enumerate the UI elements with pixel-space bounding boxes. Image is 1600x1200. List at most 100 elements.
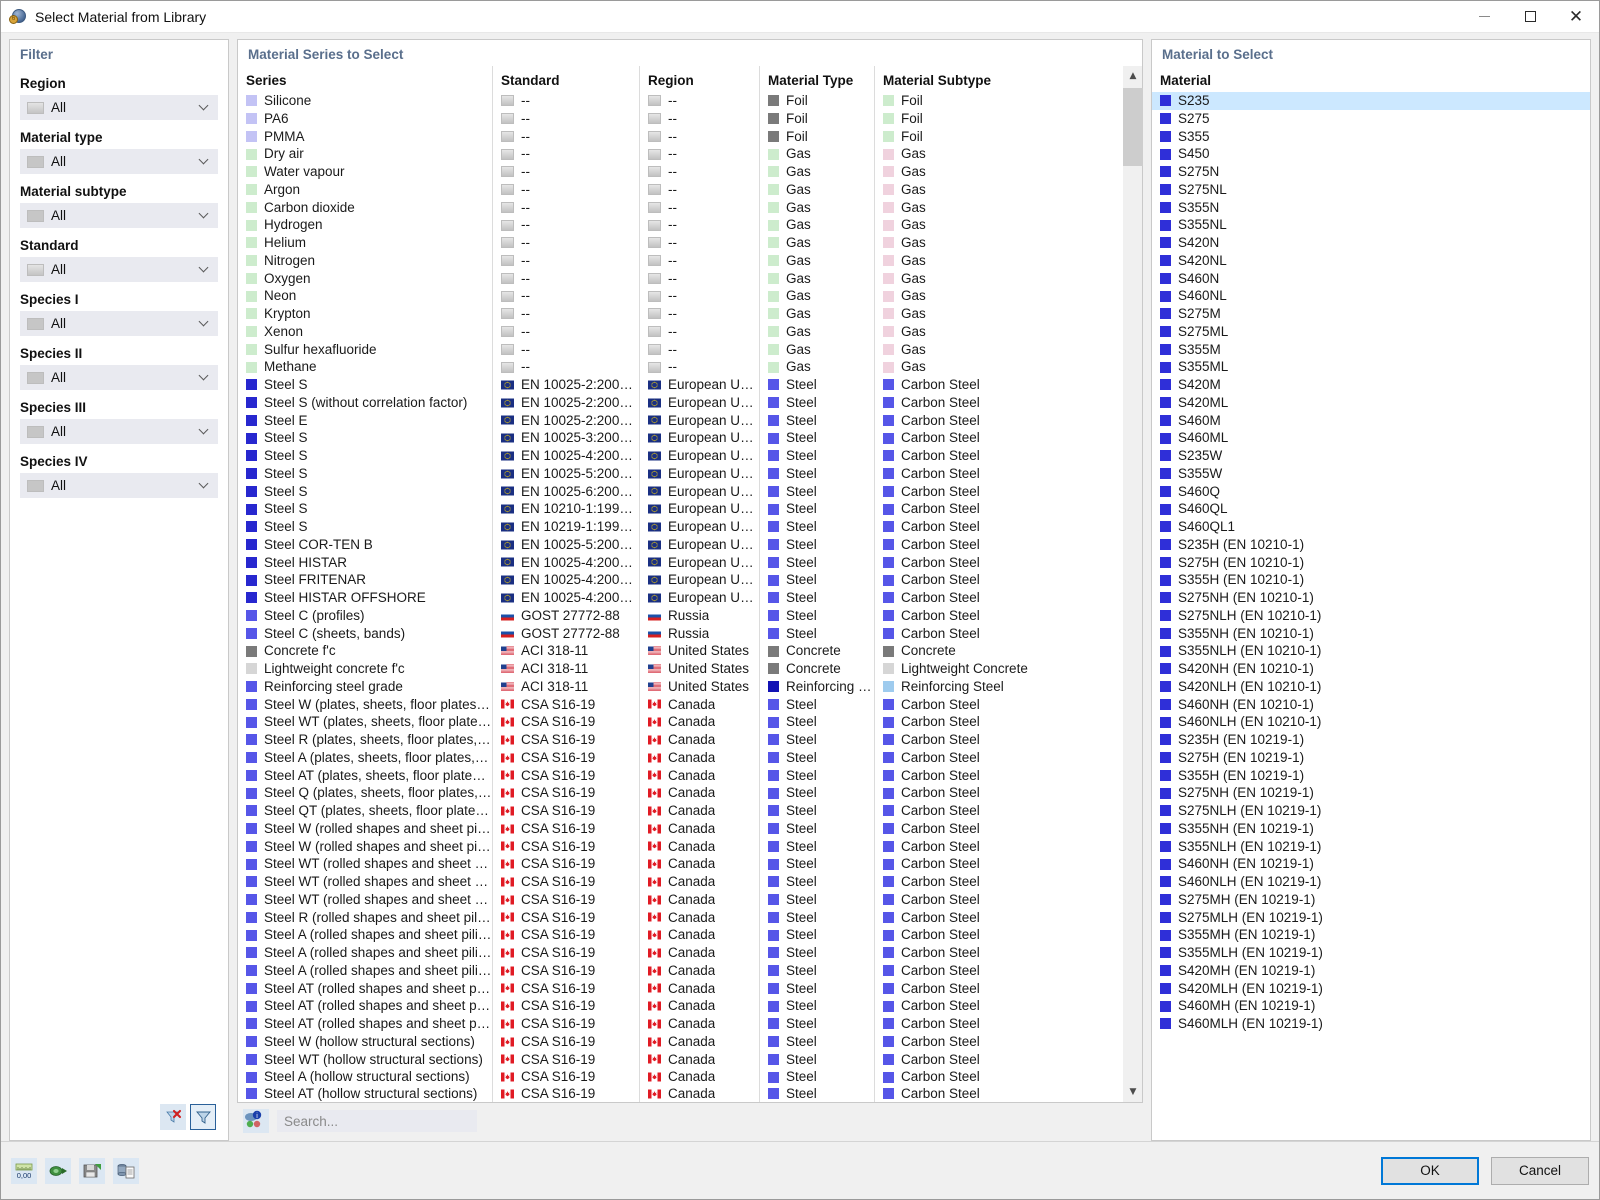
- table-row[interactable]: --: [493, 92, 639, 110]
- table-row[interactable]: Steel: [760, 1068, 874, 1086]
- table-row[interactable]: Canada: [640, 1015, 759, 1033]
- table-row[interactable]: Steel S: [238, 429, 492, 447]
- table-row[interactable]: European Union: [640, 465, 759, 483]
- table-row[interactable]: Canada: [640, 873, 759, 891]
- table-row[interactable]: Carbon Steel: [875, 696, 1122, 714]
- table-row[interactable]: Carbon Steel: [875, 944, 1122, 962]
- table-row[interactable]: Steel: [760, 926, 874, 944]
- table-row[interactable]: Steel C (profiles): [238, 607, 492, 625]
- units-button[interactable]: 0,00: [11, 1157, 37, 1184]
- save-material-button[interactable]: [79, 1157, 105, 1184]
- table-row[interactable]: Gas: [760, 252, 874, 270]
- table-row[interactable]: Steel COR-TEN B: [238, 536, 492, 554]
- table-row[interactable]: Concrete: [875, 642, 1122, 660]
- table-row[interactable]: Steel: [760, 802, 874, 820]
- table-row[interactable]: Foil: [760, 128, 874, 146]
- table-row[interactable]: Carbon Steel: [875, 1033, 1122, 1051]
- table-row[interactable]: --: [493, 323, 639, 341]
- table-row[interactable]: Steel AT (hollow structural sections): [238, 1086, 492, 1102]
- table-row[interactable]: --: [493, 252, 639, 270]
- table-row[interactable]: European Union: [640, 376, 759, 394]
- table-row[interactable]: Gas: [875, 145, 1122, 163]
- chevron-down-icon[interactable]: [200, 318, 209, 327]
- table-row[interactable]: Canada: [640, 997, 759, 1015]
- list-item[interactable]: S275NH (EN 10210-1): [1152, 589, 1590, 607]
- table-row[interactable]: Gas: [875, 323, 1122, 341]
- table-row[interactable]: Concrete: [760, 642, 874, 660]
- table-row[interactable]: Carbon Steel: [875, 926, 1122, 944]
- chevron-down-icon[interactable]: [200, 156, 209, 165]
- table-row[interactable]: ACI 318-11: [493, 678, 639, 696]
- table-row[interactable]: CSA S16-19: [493, 767, 639, 785]
- list-item[interactable]: S355NH (EN 10219-1): [1152, 820, 1590, 838]
- table-row[interactable]: --: [640, 252, 759, 270]
- table-row[interactable]: --: [640, 323, 759, 341]
- table-row[interactable]: Steel A (rolled shapes and sheet piling,…: [238, 944, 492, 962]
- chevron-down-icon[interactable]: [200, 372, 209, 381]
- table-row[interactable]: Carbon Steel: [875, 394, 1122, 412]
- table-row[interactable]: Canada: [640, 891, 759, 909]
- table-row[interactable]: Canada: [640, 820, 759, 838]
- table-row[interactable]: Steel: [760, 838, 874, 856]
- list-item[interactable]: S355W: [1152, 465, 1590, 483]
- table-row[interactable]: Gas: [875, 305, 1122, 323]
- table-row[interactable]: Canada: [640, 1086, 759, 1102]
- table-row[interactable]: European Union: [640, 483, 759, 501]
- material-list[interactable]: S235 S275 S355 S450 S275N S275NL S355N S355NL S4…: [1152, 92, 1590, 1140]
- table-row[interactable]: --: [640, 163, 759, 181]
- table-row[interactable]: EN 10025-5:2004-11: [493, 465, 639, 483]
- table-row[interactable]: Steel WT (plates, sheets, floor plates, …: [238, 713, 492, 731]
- table-row[interactable]: Steel WT (rolled shapes and sheet piling…: [238, 891, 492, 909]
- table-row[interactable]: Gas: [760, 305, 874, 323]
- table-row[interactable]: Carbon Steel: [875, 571, 1122, 589]
- table-row[interactable]: Gas: [875, 341, 1122, 359]
- table-row[interactable]: CSA S16-19: [493, 749, 639, 767]
- list-item[interactable]: S355: [1152, 128, 1590, 146]
- table-row[interactable]: CSA S16-19: [493, 909, 639, 927]
- table-row[interactable]: EN 10025-4:2004-11: [493, 554, 639, 572]
- table-row[interactable]: --: [493, 234, 639, 252]
- table-row[interactable]: Steel W (plates, sheets, floor plates, b…: [238, 696, 492, 714]
- filter-select-material-subtype[interactable]: All: [20, 203, 218, 228]
- table-row[interactable]: Carbon Steel: [875, 713, 1122, 731]
- list-item[interactable]: S355NLH (EN 10219-1): [1152, 838, 1590, 856]
- table-row[interactable]: Carbon Steel: [875, 891, 1122, 909]
- table-row[interactable]: Reinforcing Steel: [760, 678, 874, 696]
- table-row[interactable]: --: [493, 110, 639, 128]
- table-row[interactable]: Carbon Steel: [875, 749, 1122, 767]
- filter-select-species-iv[interactable]: All: [20, 473, 218, 498]
- maximize-button[interactable]: [1507, 1, 1553, 33]
- table-row[interactable]: CSA S16-19: [493, 838, 639, 856]
- table-row[interactable]: EN 10025-3:2004-11: [493, 429, 639, 447]
- table-row[interactable]: Silicone: [238, 92, 492, 110]
- list-item[interactable]: S460M: [1152, 412, 1590, 430]
- copy-material-button[interactable]: [113, 1157, 139, 1184]
- table-row[interactable]: EN 10025-4:2004-11: [493, 571, 639, 589]
- table-row[interactable]: Steel: [760, 767, 874, 785]
- table-row[interactable]: Canada: [640, 802, 759, 820]
- table-row[interactable]: --: [640, 341, 759, 359]
- table-row[interactable]: Carbon Steel: [875, 1051, 1122, 1069]
- chevron-down-icon[interactable]: [200, 210, 209, 219]
- table-row[interactable]: EN 10210-1:1994-09: [493, 500, 639, 518]
- table-row[interactable]: Neon: [238, 287, 492, 305]
- list-item[interactable]: S355NLH (EN 10210-1): [1152, 642, 1590, 660]
- chevron-down-icon[interactable]: [200, 264, 209, 273]
- list-item[interactable]: S460NH (EN 10210-1): [1152, 696, 1590, 714]
- table-row[interactable]: EN 10025-2:2004-11: [493, 394, 639, 412]
- table-row[interactable]: Carbon Steel: [875, 980, 1122, 998]
- column-header-subtype[interactable]: Material Subtype: [875, 66, 1122, 92]
- table-row[interactable]: Reinforcing Steel: [875, 678, 1122, 696]
- table-row[interactable]: United States: [640, 642, 759, 660]
- table-row[interactable]: Gas: [875, 252, 1122, 270]
- table-row[interactable]: Gas: [760, 270, 874, 288]
- table-row[interactable]: United States: [640, 678, 759, 696]
- table-row[interactable]: Carbon Steel: [875, 731, 1122, 749]
- table-row[interactable]: Russia: [640, 625, 759, 643]
- list-item[interactable]: S420ML: [1152, 394, 1590, 412]
- table-row[interactable]: --: [493, 128, 639, 146]
- table-row[interactable]: --: [640, 145, 759, 163]
- list-item[interactable]: S275N: [1152, 163, 1590, 181]
- table-row[interactable]: Steel QT (plates, sheets, floor plates, …: [238, 802, 492, 820]
- table-row[interactable]: Argon: [238, 181, 492, 199]
